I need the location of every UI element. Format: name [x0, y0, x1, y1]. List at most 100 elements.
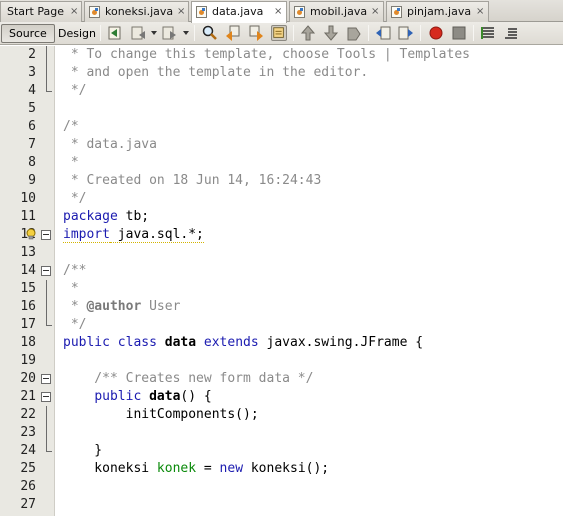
code-line[interactable]: 17 */	[0, 316, 563, 334]
code-token: data	[149, 389, 181, 404]
code-line[interactable]: 13	[0, 244, 563, 262]
code-text: package tb;	[63, 208, 149, 226]
tab-data-java[interactable]: data.java ×	[191, 1, 287, 23]
find-icon[interactable]	[202, 25, 218, 41]
fold-toggle-icon[interactable]	[41, 266, 51, 276]
code-line[interactable]: 6 /*	[0, 118, 563, 136]
code-line[interactable]: 10 */	[0, 190, 563, 208]
code-line[interactable]: 11 package tb;	[0, 208, 563, 226]
back-icon[interactable]	[131, 25, 147, 41]
code-text: initComponents();	[63, 406, 259, 424]
line-number: 22	[20, 407, 36, 422]
code-text: * @author User	[63, 298, 181, 316]
tab-pinjam-java[interactable]: pinjam.java ×	[386, 1, 489, 22]
line-number: 14	[20, 263, 36, 278]
toggle-highlight-search-icon[interactable]	[271, 25, 287, 41]
code-line[interactable]: 3 * and open the template in the editor.	[0, 64, 563, 82]
code-token: =	[196, 461, 220, 476]
toggle-bookmark-icon[interactable]	[346, 25, 362, 41]
line-number: 24	[20, 443, 36, 458]
code-token: public class	[63, 335, 157, 350]
code-line[interactable]: 15 *	[0, 280, 563, 298]
code-line[interactable]: 20 /** Creates new form data */	[0, 370, 563, 388]
lightbulb-warning-icon[interactable]	[26, 228, 37, 241]
forward-icon[interactable]	[162, 25, 178, 41]
last-edit-icon[interactable]	[107, 25, 123, 41]
fold-toggle-icon[interactable]	[41, 230, 51, 240]
fold-toggle-icon[interactable]	[41, 392, 51, 402]
chevron-down-icon[interactable]	[151, 31, 157, 35]
code-line[interactable]: 27	[0, 496, 563, 514]
code-text: * data.java	[63, 136, 157, 154]
code-token: tb;	[117, 209, 150, 224]
code-token: */	[63, 317, 87, 332]
java-file-icon	[89, 6, 100, 18]
shift-right-icon[interactable]	[398, 25, 414, 41]
line-number: 15	[20, 281, 36, 296]
fold-end-guide	[46, 82, 52, 92]
line-number: 21	[20, 389, 36, 404]
fold-guide	[46, 280, 47, 298]
code-line[interactable]: 22 initComponents();	[0, 406, 563, 424]
code-token: *	[63, 299, 87, 314]
close-icon[interactable]: ×	[70, 2, 78, 21]
code-editor[interactable]: 2 * To change this template, choose Tool…	[0, 46, 563, 516]
fold-toggle-icon[interactable]	[41, 374, 51, 384]
code-token: * To change this template, choose Tools …	[63, 47, 470, 62]
code-text: * Created on 18 Jun 14, 16:24:43	[63, 172, 321, 190]
code-line[interactable]: 21 public data() {	[0, 388, 563, 406]
code-line[interactable]: 16 * @author User	[0, 298, 563, 316]
code-line[interactable]: 4 */	[0, 82, 563, 100]
previous-bookmark-icon[interactable]	[300, 25, 316, 41]
code-line[interactable]: 24 }	[0, 442, 563, 460]
start-macro-recording-icon[interactable]	[428, 25, 444, 41]
next-bookmark-icon[interactable]	[323, 25, 339, 41]
source-button[interactable]: Source	[1, 24, 55, 43]
code-line[interactable]: 25 koneksi konek = new koneksi();	[0, 460, 563, 478]
line-number: 7	[28, 137, 36, 152]
fold-guide	[46, 64, 47, 82]
code-token: koneksi();	[243, 461, 330, 476]
code-token: */	[63, 191, 87, 206]
line-number: 4	[28, 83, 36, 98]
close-icon[interactable]: ×	[476, 2, 484, 21]
find-next-icon[interactable]	[248, 25, 264, 41]
code-token: User	[141, 299, 181, 314]
code-line[interactable]: 2 * To change this template, choose Tool…	[0, 46, 563, 64]
fold-guide	[46, 424, 47, 442]
uncomment-icon[interactable]	[503, 25, 519, 41]
shift-left-icon[interactable]	[375, 25, 391, 41]
close-icon[interactable]: ×	[177, 2, 185, 21]
code-line[interactable]: 19	[0, 352, 563, 370]
code-line[interactable]: 23	[0, 424, 563, 442]
code-line[interactable]: 26	[0, 478, 563, 496]
code-text: *	[63, 280, 79, 298]
line-number: 23	[20, 425, 36, 440]
line-number: 6	[28, 119, 36, 134]
comment-icon[interactable]	[480, 25, 496, 41]
code-token: public	[94, 389, 142, 404]
tab-mobil-java[interactable]: mobil.java ×	[289, 1, 384, 22]
code-token: data	[164, 335, 197, 350]
code-line[interactable]: 14 /**	[0, 262, 563, 280]
code-line[interactable]: 18 public class data extends javax.swing.…	[0, 334, 563, 352]
code-line[interactable]: 9 * Created on 18 Jun 14, 16:24:43	[0, 172, 563, 190]
tab-label: pinjam.java	[407, 5, 472, 18]
tab-start-page[interactable]: Start Page ×	[0, 1, 82, 22]
close-icon[interactable]: ×	[274, 2, 282, 21]
code-token: new	[219, 461, 244, 476]
code-line[interactable]: 8 *	[0, 154, 563, 172]
chevron-down-icon[interactable]	[183, 31, 189, 35]
line-number: 18	[20, 335, 36, 350]
stop-macro-recording-icon[interactable]	[451, 25, 467, 41]
line-number: 8	[28, 155, 36, 170]
tab-koneksi-java[interactable]: koneksi.java ×	[84, 1, 189, 22]
code-line[interactable]: 5	[0, 100, 563, 118]
find-previous-icon[interactable]	[225, 25, 241, 41]
code-text: /**	[63, 262, 86, 280]
design-button[interactable]: Design	[50, 24, 104, 43]
close-icon[interactable]: ×	[371, 2, 379, 21]
code-line[interactable]: 12import java.sql.*;	[0, 226, 563, 244]
code-line[interactable]: 7 * data.java	[0, 136, 563, 154]
